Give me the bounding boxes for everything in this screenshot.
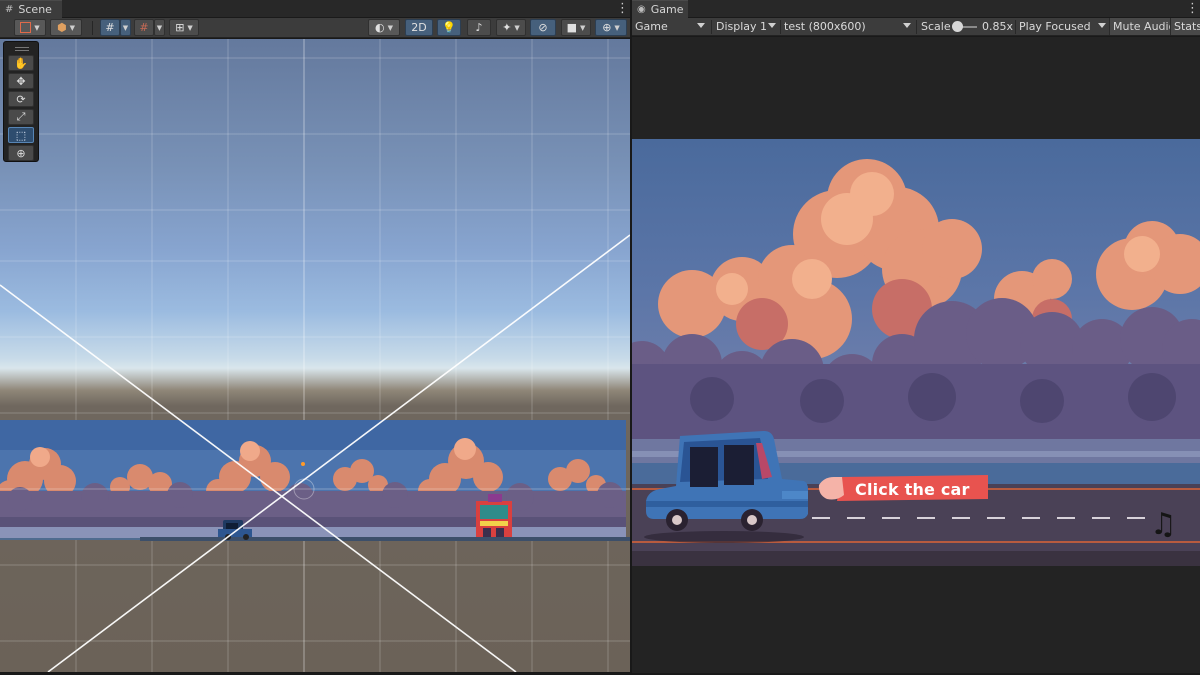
grid-snap-icon: #	[105, 21, 115, 34]
view-select-value: Game	[635, 20, 668, 33]
increment-snap-icon: #	[139, 21, 149, 34]
play-mode-dropdown[interactable]: Play Focused	[1016, 18, 1109, 35]
mode-2d-label: 2D	[411, 21, 427, 34]
increment-snap-toggle[interactable]: #	[134, 19, 154, 36]
tab-scene-label: Scene	[18, 3, 52, 16]
mute-audio-button[interactable]: Mute Audio	[1109, 18, 1175, 35]
resolution-select-dropdown[interactable]: test (800x600)	[781, 18, 914, 35]
chevron-down-icon: ▼	[580, 23, 586, 32]
chevron-down-icon	[697, 23, 705, 28]
audio-icon: ♪	[475, 21, 483, 34]
rect-tool-button[interactable]: ⬚	[8, 127, 34, 143]
rect-transform-icon: ⬚	[15, 128, 27, 142]
display-select-value: Display 1	[716, 20, 768, 33]
chevron-down-icon: ▼	[387, 23, 393, 32]
chevron-down-icon: ▼	[514, 23, 520, 32]
camera-icon: ■	[566, 21, 577, 34]
chevron-down-icon	[1098, 23, 1106, 28]
cube-icon: ⬢	[57, 21, 67, 34]
game-more-menu-icon[interactable]: ⋮	[1186, 2, 1199, 16]
draw-mode-icon	[20, 22, 32, 33]
mode-2d-toggle[interactable]: 2D	[405, 19, 433, 36]
view-select-dropdown[interactable]: Game	[632, 18, 708, 35]
grid-snap-dropdown[interactable]: ▼	[120, 19, 131, 36]
scene-canvas	[0, 39, 630, 672]
ruler-icon: ⊞	[175, 21, 185, 34]
scale-slider-knob[interactable]	[952, 21, 963, 32]
music-note-icon[interactable]: ♫	[1150, 508, 1177, 542]
gizmos-globe-icon: ⊕	[602, 21, 612, 34]
hand-icon: ✋	[14, 56, 28, 70]
stats-label: Stats	[1174, 20, 1200, 33]
increment-snap-dropdown[interactable]: ▼	[154, 19, 165, 36]
tab-game-label: Game	[650, 3, 684, 16]
effects-icon: ✦	[502, 21, 512, 34]
effects-dropdown[interactable]: ✦ ▼	[496, 19, 526, 36]
grid-hash-icon: #	[5, 4, 14, 15]
click-the-car-label: Click the car	[855, 480, 970, 499]
chevron-down-icon: ▼	[187, 23, 193, 32]
shading-sphere-icon: ◐	[375, 21, 385, 34]
toolbar-separator	[92, 21, 93, 35]
resolution-select-value: test (800x600)	[784, 20, 866, 33]
rotate-tool-button[interactable]: ⟳	[8, 91, 34, 107]
scale-value: 0.85x	[979, 18, 1015, 35]
chevron-down-icon: ▼	[614, 23, 620, 32]
display-select-dropdown[interactable]: Display 1	[713, 18, 779, 35]
chevron-down-icon: ▼	[156, 23, 163, 32]
chevron-down-icon: ▼	[69, 23, 75, 32]
hidden-eye-icon: ⊘	[538, 21, 548, 34]
chevron-down-icon: ▼	[34, 23, 40, 32]
move-tool-button[interactable]: ✥	[8, 73, 34, 89]
tab-game[interactable]: ◉ Game	[632, 0, 688, 18]
game-screen[interactable]	[632, 139, 1200, 566]
palette-grip-handle[interactable]	[15, 47, 29, 51]
hand-tool-button[interactable]: ✋	[8, 55, 34, 71]
toolbar-separator	[711, 20, 712, 34]
chevron-down-icon: ▼	[122, 23, 129, 32]
pointing-hand-icon	[818, 477, 844, 500]
transform-tool-button[interactable]: ⊕	[8, 145, 34, 161]
audio-toggle[interactable]: ♪	[467, 19, 491, 36]
camera-dropdown[interactable]: ■ ▼	[561, 19, 591, 36]
scale-value-text: 0.85x	[982, 20, 1014, 33]
transform-globe-icon: ⊕	[16, 146, 26, 160]
chevron-down-icon	[903, 23, 911, 28]
rotate-icon: ⟳	[16, 92, 26, 106]
lighting-toggle[interactable]: 💡	[437, 19, 461, 36]
game-scene	[632, 139, 1200, 566]
scene-more-menu-icon[interactable]: ⋮	[616, 2, 629, 16]
toolbar-separator	[916, 20, 917, 34]
scale-tool-button[interactable]: ⤢	[8, 109, 34, 125]
transform-handle[interactable]	[301, 462, 305, 466]
shading-mode-dropdown[interactable]: ◐ ▼	[368, 19, 400, 36]
scale-label-text: Scale	[921, 20, 951, 33]
road-curb	[632, 551, 1200, 566]
ground-edge	[0, 538, 140, 540]
draw-mode-dropdown[interactable]: ▼	[14, 19, 46, 36]
game-toolbar: Game Display 1 test (800x600) Scale 0.85…	[632, 18, 1200, 36]
hidden-objects-toggle[interactable]: ⊘	[530, 19, 556, 36]
mute-audio-label: Mute Audio	[1113, 20, 1176, 33]
game-tab-strip: ◉ Game ⋮	[632, 0, 1200, 18]
chevron-down-icon	[768, 23, 776, 28]
scene-viewport[interactable]	[0, 39, 630, 672]
scale-icon: ⤢	[16, 110, 26, 123]
cube-dropdown[interactable]: ⬢ ▼	[50, 19, 82, 36]
gizmos-dropdown[interactable]: ⊕ ▼	[595, 19, 627, 36]
play-mode-value: Play Focused	[1019, 20, 1091, 33]
scene-tab-strip: # Scene ⋮	[0, 0, 631, 18]
ruler-dropdown[interactable]: ⊞ ▼	[169, 19, 199, 36]
tab-scene[interactable]: # Scene	[0, 0, 62, 18]
scene-toolbar: ▼ ⬢ ▼ # ▼ # ▼ ⊞ ▼ ◐ ▼ 2D 💡 ♪ ✦ ▼ ⊘ ■ ▼ ⊕ ▼	[0, 18, 631, 38]
stats-button[interactable]: Stats	[1170, 18, 1200, 35]
scene-tool-palette: ✋ ✥ ⟳ ⤢ ⬚ ⊕	[3, 41, 39, 162]
grid-snap-toggle[interactable]: #	[100, 19, 120, 36]
gamepad-icon: ◉	[637, 4, 646, 15]
lighting-bulb-icon: 💡	[442, 21, 456, 34]
move-arrows-icon: ✥	[16, 74, 26, 88]
ground-platform	[140, 537, 630, 541]
